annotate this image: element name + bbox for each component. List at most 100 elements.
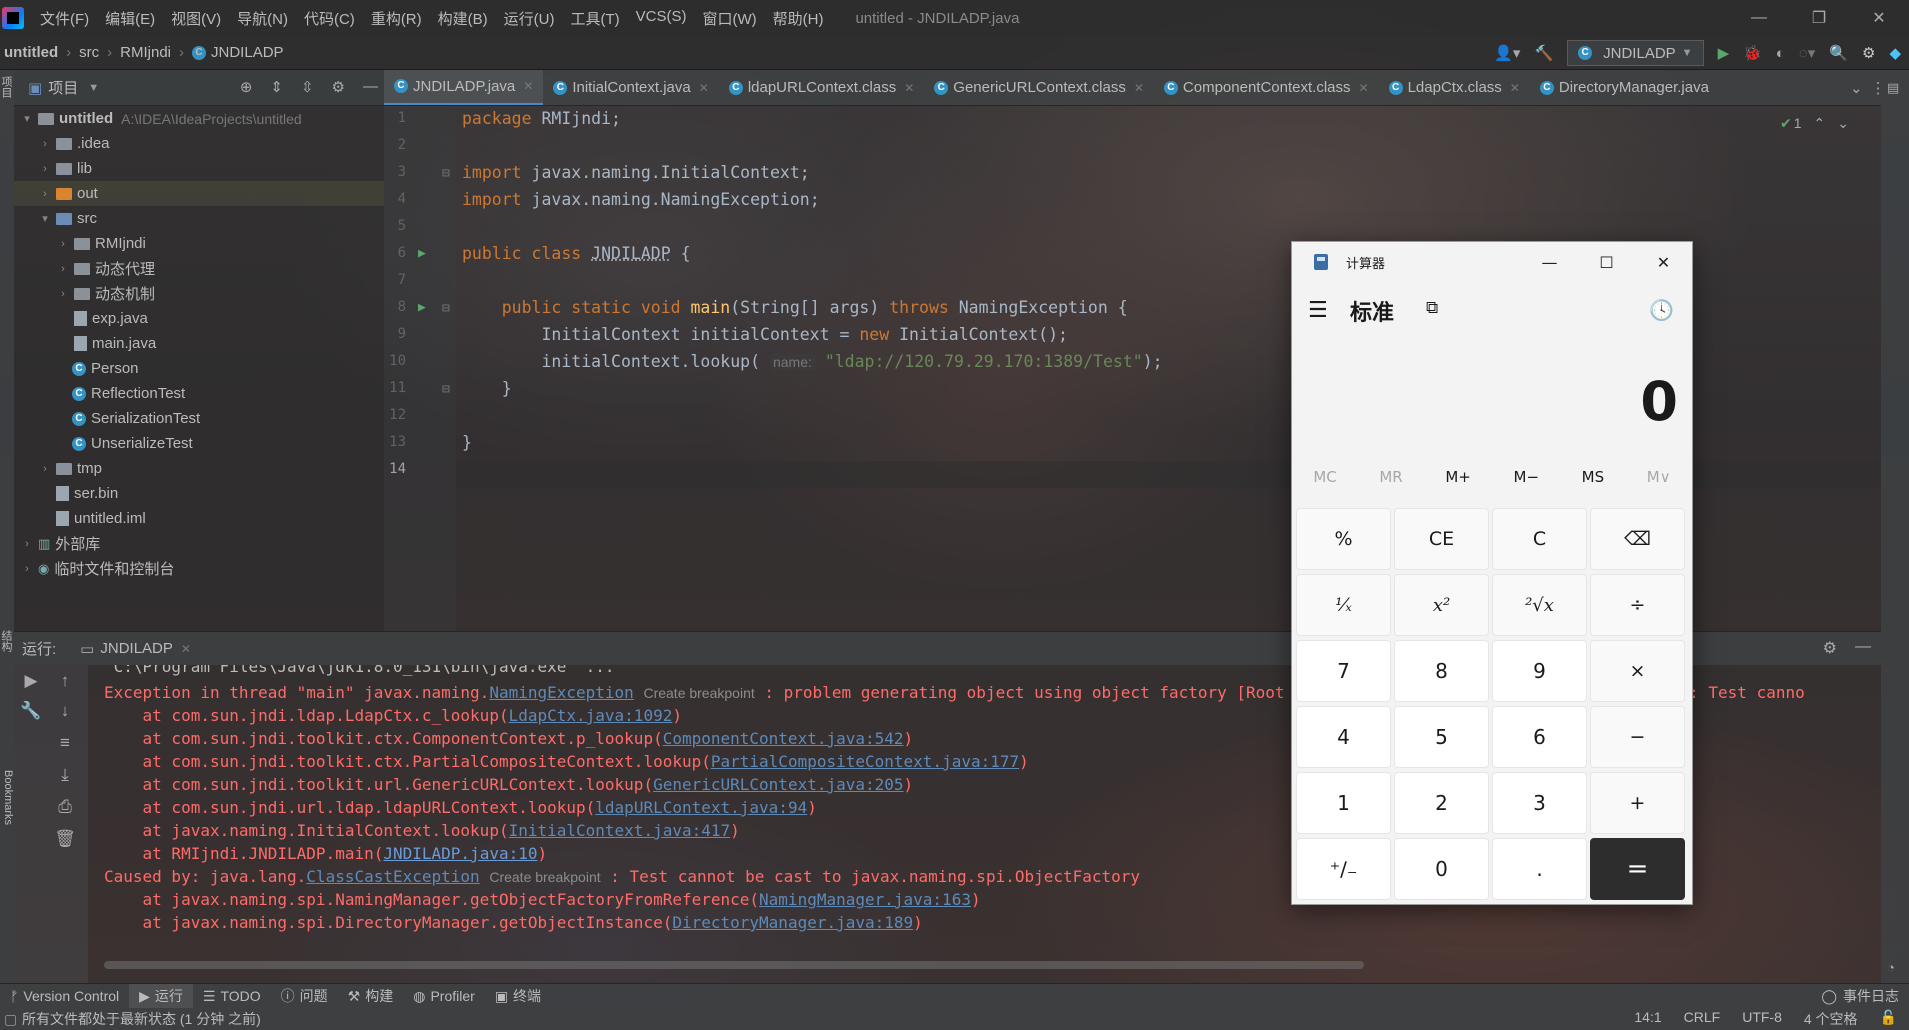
tree-item-person[interactable]: C Person (14, 356, 384, 381)
line-separator[interactable]: CRLF (1684, 1009, 1721, 1029)
scroll-to-end-icon[interactable]: ⤓ (54, 765, 76, 785)
close-tab-icon[interactable]: ✕ (1510, 81, 1520, 95)
tree-item-lib[interactable]: › lib (14, 156, 384, 181)
update-icon[interactable]: ◆ (1889, 44, 1901, 62)
tree-item-dynamic-proxy[interactable]: › 动态代理 (14, 256, 384, 281)
gear-icon[interactable]: ⚙ (1823, 638, 1837, 658)
maximize-icon[interactable]: ☐ (1578, 242, 1635, 282)
gear-icon[interactable]: ⚙ (332, 78, 345, 96)
locate-icon[interactable]: ⊕ (240, 78, 253, 96)
project-tool-tab[interactable]: 项目 (0, 76, 14, 98)
menu-code[interactable]: 代码(C) (296, 8, 363, 29)
menu-file[interactable]: 文件(F) (32, 8, 97, 29)
hide-icon[interactable]: — (1855, 638, 1871, 658)
tree-item-main-java[interactable]: main.java (14, 331, 384, 356)
hide-icon[interactable]: — (363, 78, 378, 96)
tree-item-untitled[interactable]: ▾ untitled A:\IDEA\IdeaProjects\untitled (14, 106, 384, 131)
tree-item-scratches[interactable]: › ◉ 临时文件和控制台 (14, 556, 384, 581)
stack-frame-link[interactable]: JNDILADP.java:10 (383, 844, 537, 863)
tree-item-exp-java[interactable]: exp.java (14, 306, 384, 331)
exception-link[interactable]: NamingException (489, 683, 634, 702)
wrench-icon[interactable]: 🔧 (20, 701, 42, 721)
bookmarks-tool-tab[interactable]: Bookmarks (0, 770, 14, 825)
tab-ldapctx[interactable]: C LdapCtx.class ✕ (1379, 70, 1530, 105)
close-tab-icon[interactable]: ✕ (181, 642, 191, 656)
close-tab-icon[interactable]: ✕ (1359, 81, 1369, 95)
close-tab-icon[interactable]: ✕ (699, 81, 709, 95)
menu-window[interactable]: 窗口(W) (694, 8, 764, 29)
search-icon[interactable]: 🔍 (1829, 44, 1848, 62)
chevron-right-icon[interactable]: › (38, 188, 52, 200)
square-root-button[interactable]: ²√x (1492, 574, 1587, 636)
stack-frame-link[interactable]: ComponentContext.java:542 (663, 729, 904, 748)
structure-tool-tab[interactable]: 结构 (0, 630, 14, 652)
divide-button[interactable]: ÷ (1590, 574, 1685, 636)
digit-9-button[interactable]: 9 (1492, 640, 1587, 702)
run-icon[interactable]: ▶ (1718, 44, 1730, 62)
tree-item-dynamic-mechanism[interactable]: › 动态机制 (14, 281, 384, 306)
subtract-button[interactable]: − (1590, 706, 1685, 768)
chevron-down-icon[interactable]: ▼ (88, 82, 99, 94)
menu-refactor[interactable]: 重构(R) (363, 8, 430, 29)
file-encoding[interactable]: UTF-8 (1742, 1009, 1782, 1029)
stack-frame-link[interactable]: NamingManager.java:163 (759, 890, 971, 909)
fold-icon[interactable]: ⊟ (442, 166, 450, 181)
chevron-down-icon[interactable]: ▾ (38, 212, 52, 225)
decimal-button[interactable]: . (1492, 838, 1587, 900)
stack-frame-link[interactable]: PartialCompositeContext.java:177 (711, 752, 1019, 771)
tree-item-serializationtest[interactable]: C SerializationTest (14, 406, 384, 431)
breadcrumb-class[interactable]: JNDILADP (211, 44, 284, 61)
tree-item-ser-bin[interactable]: ser.bin (14, 481, 384, 506)
tool-run[interactable]: ▶ 运行 (129, 983, 193, 1009)
tool-profiler[interactable]: ◍ Profiler (403, 988, 485, 1005)
exception-link[interactable]: ClassCastException (306, 867, 479, 886)
stack-frame-link[interactable]: DirectoryManager.java:189 (672, 913, 913, 932)
history-icon[interactable]: 🕓 (1649, 298, 1674, 322)
square-button[interactable]: x² (1394, 574, 1489, 636)
memory-store-button[interactable]: MS (1582, 468, 1604, 486)
breadcrumb-package[interactable]: RMIjndi (120, 44, 171, 61)
tree-item-src[interactable]: ▾ src (14, 206, 384, 231)
indent-setting[interactable]: 4 个空格 (1804, 1009, 1858, 1029)
soft-wrap-icon[interactable]: ≡ (54, 733, 76, 753)
notifications-icon[interactable]: ◔ (1887, 960, 1895, 975)
menu-tools[interactable]: 工具(T) (562, 8, 627, 29)
tree-item-out[interactable]: › out (14, 181, 384, 206)
memory-recall-button[interactable]: MR (1379, 468, 1402, 486)
digit-1-button[interactable]: 1 (1296, 772, 1391, 834)
close-tab-icon[interactable]: ✕ (904, 81, 914, 95)
chevron-right-icon[interactable]: › (38, 138, 52, 150)
tree-item-external-libraries[interactable]: › ▥ 外部库 (14, 531, 384, 556)
digit-2-button[interactable]: 2 (1394, 772, 1489, 834)
multiply-button[interactable]: × (1590, 640, 1685, 702)
hamburger-menu-icon[interactable]: ☰ (1308, 298, 1328, 323)
keep-on-top-icon[interactable]: ⧉ (1426, 298, 1438, 318)
rerun-icon[interactable]: ▶ (20, 671, 42, 691)
chevron-right-icon[interactable]: › (38, 163, 52, 175)
digit-6-button[interactable]: 6 (1492, 706, 1587, 768)
digit-4-button[interactable]: 4 (1296, 706, 1391, 768)
run-gutter-icon[interactable]: ▶ (418, 246, 426, 261)
restore-icon[interactable]: ❐ (1789, 0, 1849, 36)
backspace-button[interactable]: ⌫ (1590, 508, 1685, 570)
breadcrumb-project[interactable]: untitled (4, 44, 58, 61)
fold-icon[interactable]: ⊟ (442, 382, 450, 397)
digit-5-button[interactable]: 5 (1394, 706, 1489, 768)
fold-icon[interactable]: ⊟ (442, 301, 450, 316)
lock-icon[interactable]: 🔓 (1880, 1009, 1897, 1029)
gear-icon[interactable]: ⚙ (1862, 44, 1875, 62)
run-tab-jndiladp[interactable]: ▭ JNDILADP ✕ (80, 640, 191, 658)
close-tab-icon[interactable]: ✕ (523, 79, 533, 93)
expand-all-icon[interactable]: ⇕ (270, 78, 283, 96)
menu-help[interactable]: 帮助(H) (765, 8, 832, 29)
clear-entry-button[interactable]: CE (1394, 508, 1489, 570)
chevron-right-icon[interactable]: › (20, 538, 34, 550)
chevron-down-icon[interactable]: ⌄ (1837, 115, 1849, 132)
chevron-down-icon[interactable]: ▾ (20, 112, 34, 125)
stack-frame-link[interactable]: GenericURLContext.java:205 (653, 775, 903, 794)
inspection-widget[interactable]: ✔ 1 ⌃ ⌄ (1780, 112, 1880, 134)
create-breakpoint-link[interactable]: Create breakpoint (643, 685, 754, 701)
memory-add-button[interactable]: M+ (1445, 468, 1471, 486)
memory-subtract-button[interactable]: M− (1514, 468, 1540, 486)
scroll-down-icon[interactable]: ↓ (54, 701, 76, 721)
